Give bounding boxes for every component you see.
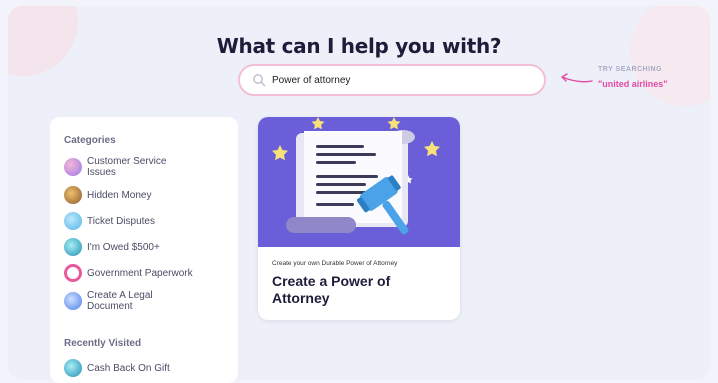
recent-item-cash-back[interactable]: Cash Back On Gift <box>64 359 224 377</box>
sidebar-item-label: Cash Back On Gift <box>87 362 170 374</box>
document-gavel-illustration <box>258 117 460 247</box>
categories-heading: Categories <box>64 135 116 146</box>
card-title: Create a Power of Attorney <box>272 273 391 306</box>
search-bar[interactable] <box>238 64 546 96</box>
search-input[interactable] <box>272 74 544 86</box>
money-stack-icon <box>64 186 82 204</box>
try-searching-label: TRY SEARCHING <box>598 66 663 73</box>
chat-icon <box>64 158 82 176</box>
recently-visited-heading: Recently Visited <box>64 338 142 349</box>
card-subtitle: Create your own Durable Power of Attorne… <box>272 260 398 267</box>
sidebar-item-legal-document[interactable]: Create A Legal Document <box>64 290 224 312</box>
power-of-attorney-card[interactable]: Create your own Durable Power of Attorne… <box>258 117 460 320</box>
sidebar-item-ticket-disputes[interactable]: Ticket Disputes <box>64 212 224 230</box>
gift-card-icon <box>64 359 82 377</box>
sidebar-item-label: I'm Owed $500+ <box>87 241 160 253</box>
sidebar-item-label: Ticket Disputes <box>87 215 155 227</box>
sidebar-item-label: Customer Service Issues <box>87 156 167 178</box>
try-searching-suggestion[interactable]: "united airlines" <box>598 79 668 89</box>
sidebar-item-hidden-money[interactable]: Hidden Money <box>64 186 224 204</box>
page-title: What can I help you with? <box>216 34 502 58</box>
cash-icon <box>64 238 82 256</box>
sidebar-item-label: Hidden Money <box>87 189 152 201</box>
sidebar-item-government-paperwork[interactable]: Government Paperwork <box>64 264 224 282</box>
sidebar-item-owed-money[interactable]: I'm Owed $500+ <box>64 238 224 256</box>
arrow-left-icon <box>561 73 593 83</box>
sidebar-item-label: Government Paperwork <box>87 267 193 279</box>
ticket-icon <box>64 212 82 230</box>
document-icon <box>64 292 82 310</box>
sidebar-item-customer-service[interactable]: Customer Service Issues <box>64 156 224 178</box>
sidebar-item-label: Create A Legal Document <box>87 290 153 312</box>
search-icon <box>253 74 266 87</box>
government-icon <box>64 264 82 282</box>
category-sidebar: Categories Customer Service Issues Hidde… <box>50 117 238 383</box>
